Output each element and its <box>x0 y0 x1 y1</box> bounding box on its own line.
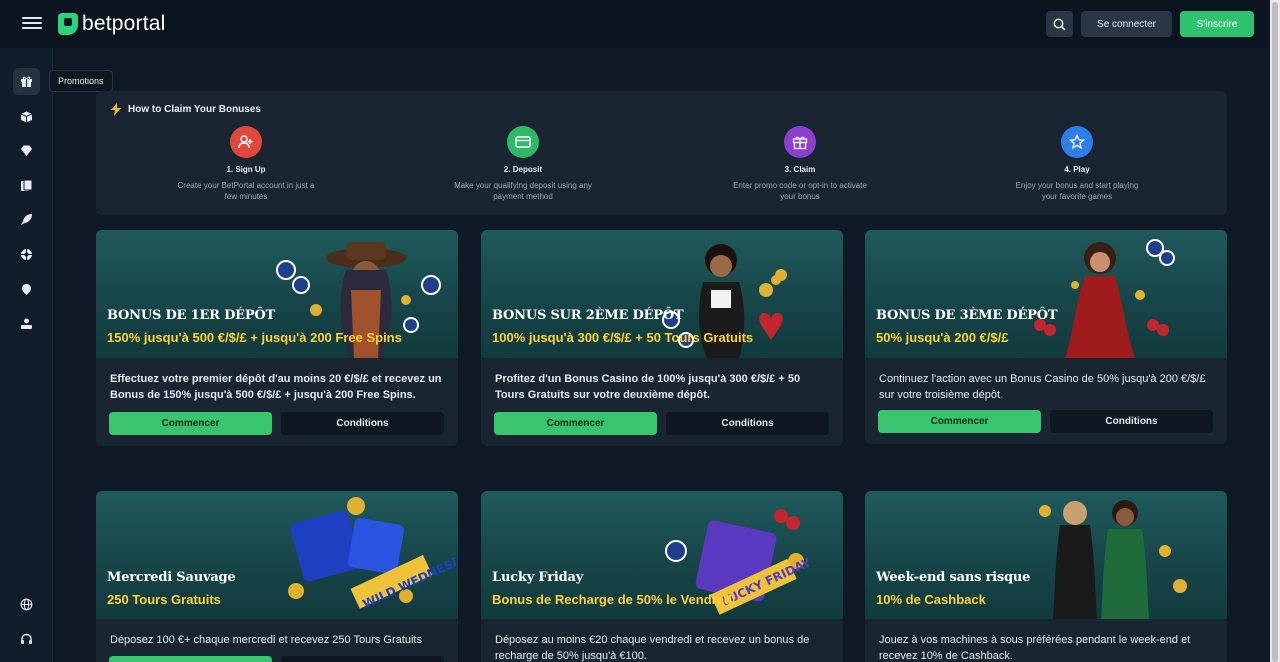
weekend-girls-illustration <box>1039 500 1187 619</box>
sidebar <box>0 48 53 662</box>
roulette-icon <box>21 249 32 260</box>
credit-card-icon <box>507 126 539 158</box>
promo-description: Déposez au moins €20 chaque vendredi et … <box>495 634 810 662</box>
promo-banner: BONUS DE 3ÈME DÉPÔT 50% jusqu'à 200 €/$/… <box>865 230 1227 358</box>
how-to-claim-heading: How to Claim Your Bonuses <box>110 103 261 116</box>
add-user-icon <box>230 126 262 158</box>
conditions-button[interactable] <box>281 656 444 662</box>
promo-card-third-deposit: BONUS DE 3ÈME DÉPÔT 50% jusqu'à 200 €/$/… <box>865 230 1227 444</box>
step-desc: Create your BetPortal account in just a … <box>177 181 315 201</box>
search-icon <box>1053 18 1066 31</box>
pin-icon <box>22 284 31 295</box>
sidebar-item-box[interactable] <box>13 103 40 130</box>
step-desc: Make your qualifying deposit using any p… <box>454 181 592 201</box>
sidebar-item-gem[interactable] <box>13 137 40 164</box>
start-button[interactable] <box>109 656 272 662</box>
step-deposit: 2. Deposit Make your qualifying deposit … <box>453 126 593 202</box>
conditions-button[interactable]: Conditions <box>1050 410 1213 433</box>
promo-title: Mercredi Sauvage <box>107 570 236 585</box>
hamburger-menu-icon[interactable] <box>22 14 42 34</box>
sidebar-item-roulette[interactable] <box>13 241 40 268</box>
promo-banner: Week-end sans risque 10% de Cashback <box>865 491 1227 619</box>
promo-banner: WILD WEDNESDAY Mercredi Sauvage 250 Tour… <box>96 491 458 619</box>
promo-title: Week-end sans risque <box>876 570 1031 585</box>
start-button[interactable]: Commencer <box>878 410 1041 433</box>
promo-subtitle: 50% jusqu'à 200 €/$/£ <box>876 330 1009 345</box>
promo-title: Lucky Friday <box>492 570 584 585</box>
promo-description: Effectuez votre premier dépôt d'au moins… <box>110 373 442 401</box>
sidebar-item-support[interactable] <box>13 626 40 653</box>
logo-mark-icon <box>58 13 78 35</box>
conditions-button[interactable]: Conditions <box>281 412 444 435</box>
promo-title: BONUS SUR 2ÈME DÉPÔT <box>492 308 684 323</box>
promo-card-second-deposit: BONUS SUR 2ÈME DÉPÔT 100% jusqu'à 300 €/… <box>481 230 843 446</box>
dealer-icon <box>21 318 32 329</box>
promo-banner: BONUS DE 1ER DÉPÔT 150% jusqu'à 500 €/$/… <box>96 230 458 358</box>
wild-wednesday-illustration: WILD WEDNESDAY <box>288 497 456 611</box>
globe-icon <box>20 598 33 611</box>
promo-title: BONUS DE 1ER DÉPÔT <box>107 308 276 323</box>
promo-banner: BONUS SUR 2ÈME DÉPÔT 100% jusqu'à 300 €/… <box>481 230 843 358</box>
sidebar-item-crash[interactable] <box>13 206 40 233</box>
promo-subtitle: 10% de Cashback <box>876 592 986 607</box>
how-to-claim-panel: How to Claim Your Bonuses 1. Sign Up Cre… <box>96 91 1227 215</box>
sidebar-item-language[interactable] <box>13 591 40 618</box>
promo-subtitle: 250 Tours Gratuits <box>107 592 221 607</box>
start-button[interactable]: Commencer <box>109 412 272 435</box>
promo-card-lucky-friday: LUCKY FRIDAY Lucky Friday Bonus de Recha… <box>481 491 843 662</box>
promo-description: Profitez d'un Bonus Casino de 100% jusqu… <box>495 373 801 401</box>
red-dress-illustration <box>1034 239 1175 358</box>
page-scrollbar[interactable] <box>1270 0 1280 662</box>
sidebar-item-cards[interactable] <box>13 172 40 199</box>
sidebar-item-dealer[interactable] <box>13 310 40 337</box>
promo-title: BONUS DE 3ÈME DÉPÔT <box>876 308 1058 323</box>
promo-subtitle: 150% jusqu'à 500 €/$/£ + jusqu'à 200 Fre… <box>107 330 402 345</box>
gift-icon <box>784 126 816 158</box>
rocket-icon <box>21 214 32 225</box>
sidebar-item-live[interactable] <box>13 276 40 303</box>
promo-description: Jouez à vos machines à sous préférées pe… <box>879 634 1191 662</box>
step-desc: Enter promo code or opt-in to activate y… <box>733 181 867 201</box>
gift-icon <box>21 76 32 87</box>
lightning-icon <box>111 103 121 116</box>
box-icon <box>20 111 33 123</box>
star-icon <box>1061 126 1093 158</box>
start-button[interactable]: Commencer <box>494 412 657 435</box>
scrollbar-thumb[interactable] <box>1272 2 1278 662</box>
logo-text: betportal <box>82 12 166 35</box>
top-header: betportal Se connecter S'inscrire <box>0 0 1270 48</box>
promo-description: Déposez 100 €+ chaque mercredi et receve… <box>110 634 422 646</box>
promo-subtitle: Bonus de Recharge de 50% le Vendredi <box>492 592 736 607</box>
step-sign-up: 1. Sign Up Create your BetPortal account… <box>176 126 316 202</box>
promo-description: Continuez l'action avec un Bonus Casino … <box>879 373 1206 401</box>
step-desc: Enjoy your bonus and start playing your … <box>1015 181 1139 201</box>
search-button[interactable] <box>1046 11 1073 37</box>
conditions-button[interactable]: Conditions <box>666 412 829 435</box>
signup-button[interactable]: S'inscrire <box>1180 11 1254 37</box>
step-title: 4. Play <box>1064 165 1090 174</box>
step-title: 2. Deposit <box>503 165 543 174</box>
promo-card-wild-wednesday: WILD WEDNESDAY Mercredi Sauvage 250 Tour… <box>96 491 458 662</box>
step-claim: 3. Claim Enter promo code or opt-in to a… <box>730 126 870 202</box>
step-title: 1. Sign Up <box>226 165 266 174</box>
how-to-claim-title: How to Claim Your Bonuses <box>128 104 261 115</box>
promo-subtitle: 100% jusqu'à 300 €/$/£ + 50 Tours Gratui… <box>492 330 754 345</box>
promo-banner: LUCKY FRIDAY Lucky Friday Bonus de Recha… <box>481 491 843 619</box>
step-title: 3. Claim <box>784 165 816 174</box>
step-play: 4. Play Enjoy your bonus and start playi… <box>1007 126 1147 202</box>
cards-icon <box>21 179 33 191</box>
promo-card-weekend-cashback: Week-end sans risque 10% de Cashback Jou… <box>865 491 1227 662</box>
gem-icon <box>21 145 32 156</box>
sidebar-item-promotions[interactable] <box>13 68 40 95</box>
sidebar-tooltip: Promotions <box>49 70 113 92</box>
headset-icon <box>21 633 32 644</box>
promo-card-first-deposit: BONUS DE 1ER DÉPÔT 150% jusqu'à 500 €/$/… <box>96 230 458 446</box>
login-button[interactable]: Se connecter <box>1081 11 1172 37</box>
betportal-logo[interactable]: betportal <box>58 12 166 36</box>
